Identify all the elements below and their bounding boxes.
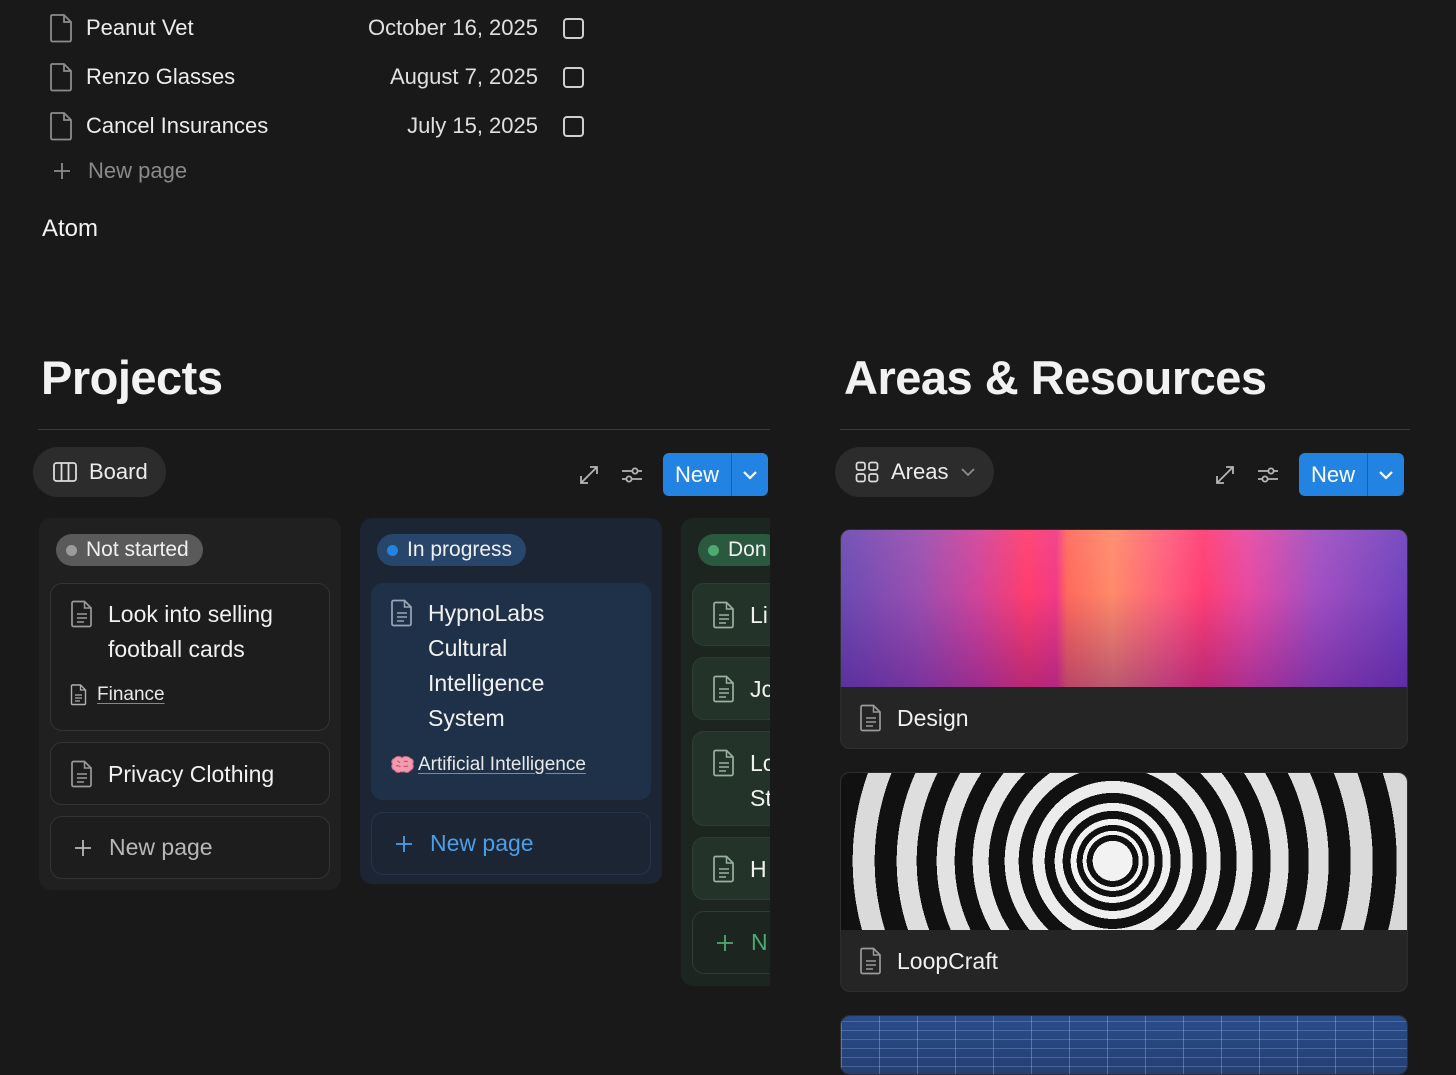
task-row[interactable]: Peanut Vet October 16, 2025 xyxy=(48,8,608,48)
add-card-button[interactable]: New page xyxy=(371,812,651,875)
chevron-down-icon xyxy=(961,468,976,477)
card-title: Look into selling football cards xyxy=(108,601,273,662)
projects-title: Projects xyxy=(41,351,223,404)
board-card[interactable]: Lc St xyxy=(692,731,770,826)
page-icon xyxy=(71,760,92,788)
page-icon xyxy=(50,14,72,43)
expand-icon[interactable] xyxy=(577,463,601,487)
page-icon xyxy=(713,749,734,777)
plus-icon xyxy=(717,934,733,951)
areas-title: Areas & Resources xyxy=(844,351,1267,404)
expand-icon[interactable] xyxy=(1213,463,1237,487)
board-card[interactable]: HypnoLabs Cultural Intelligence System A… xyxy=(371,583,651,800)
board-card[interactable]: Jc xyxy=(692,657,770,720)
plus-icon xyxy=(75,839,91,856)
gallery-card-footer: Design xyxy=(841,687,1407,748)
cover-image xyxy=(841,773,1407,930)
board-card[interactable]: Look into selling football cards Finance xyxy=(50,583,330,731)
board-column-done: Don Li Jc Lc St H N xyxy=(681,518,770,988)
page-icon xyxy=(713,675,734,703)
page-icon xyxy=(860,704,881,732)
page-icon xyxy=(70,684,87,706)
task-checkbox[interactable] xyxy=(563,17,584,39)
gallery-card[interactable]: LoopCraft xyxy=(840,772,1408,992)
areas-divider xyxy=(840,429,1410,430)
gallery-card-title: LoopCraft xyxy=(897,947,999,974)
add-card-button[interactable]: New page xyxy=(50,816,330,879)
page-icon xyxy=(71,600,92,628)
status-badge: Not started xyxy=(56,534,203,566)
add-card-button[interactable]: N xyxy=(692,911,770,974)
page-icon xyxy=(50,63,72,92)
chevron-down-icon[interactable] xyxy=(1368,453,1404,496)
areas-new-button[interactable]: New xyxy=(1299,453,1405,496)
gallery-icon xyxy=(855,461,879,483)
task-checkbox[interactable] xyxy=(563,115,584,137)
relation-property[interactable]: Finance xyxy=(70,684,165,706)
card-title: Privacy Clothing xyxy=(108,761,275,787)
status-badge: In progress xyxy=(377,534,527,566)
task-row[interactable]: Renzo Glasses August 7, 2025 xyxy=(48,57,608,97)
card-title: Li xyxy=(750,602,768,628)
board-card[interactable]: Li xyxy=(692,583,770,646)
brain-icon xyxy=(391,756,414,773)
page-icon xyxy=(713,601,734,629)
page-icon xyxy=(391,599,412,627)
new-button-label[interactable]: New xyxy=(1299,453,1367,496)
new-button-label[interactable]: New xyxy=(663,453,731,496)
areas-view-tab[interactable]: Areas xyxy=(835,447,995,497)
atom-heading: Atom xyxy=(42,215,99,242)
gallery-card-title: Design xyxy=(897,704,969,731)
plus-icon xyxy=(54,163,70,179)
task-date: October 16, 2025 xyxy=(367,15,538,40)
board-view-tab[interactable]: Board xyxy=(33,447,166,497)
card-title: HypnoLabs Cultural Intelligence System xyxy=(428,600,545,731)
page-icon xyxy=(50,112,72,141)
gallery-card-footer: LoopCraft xyxy=(841,930,1407,991)
card-title: H xyxy=(750,856,767,882)
projects-new-button[interactable]: New xyxy=(663,453,769,496)
card-title: Jc xyxy=(750,676,770,702)
new-page-label: New page xyxy=(88,158,188,183)
projects-divider xyxy=(38,429,770,430)
board-icon xyxy=(53,462,77,482)
areas-view-label: Areas xyxy=(891,459,949,484)
task-date: July 15, 2025 xyxy=(407,113,538,138)
settings-sliders-icon[interactable] xyxy=(1256,463,1280,487)
board-card[interactable]: Privacy Clothing xyxy=(50,742,330,805)
page-icon xyxy=(860,947,881,975)
cover-image xyxy=(841,1016,1407,1074)
settings-sliders-icon[interactable] xyxy=(620,463,644,487)
task-row[interactable]: Cancel Insurances July 15, 2025 xyxy=(48,106,608,146)
plus-icon xyxy=(396,835,412,852)
task-date: August 7, 2025 xyxy=(389,64,538,89)
status-badge: Don xyxy=(698,534,770,566)
gallery-card[interactable] xyxy=(840,1015,1408,1075)
cover-image xyxy=(841,530,1407,687)
board-card[interactable]: H xyxy=(692,837,770,900)
task-checkbox[interactable] xyxy=(563,66,584,88)
gallery-card[interactable]: Design xyxy=(840,529,1408,749)
new-page-button[interactable]: New page xyxy=(52,158,187,184)
relation-property[interactable]: Artificial Intelligence xyxy=(390,754,586,776)
page-icon xyxy=(713,855,734,883)
chevron-down-icon[interactable] xyxy=(732,453,768,496)
board-view-label: Board xyxy=(89,459,148,484)
card-title: Lc St xyxy=(750,750,770,811)
